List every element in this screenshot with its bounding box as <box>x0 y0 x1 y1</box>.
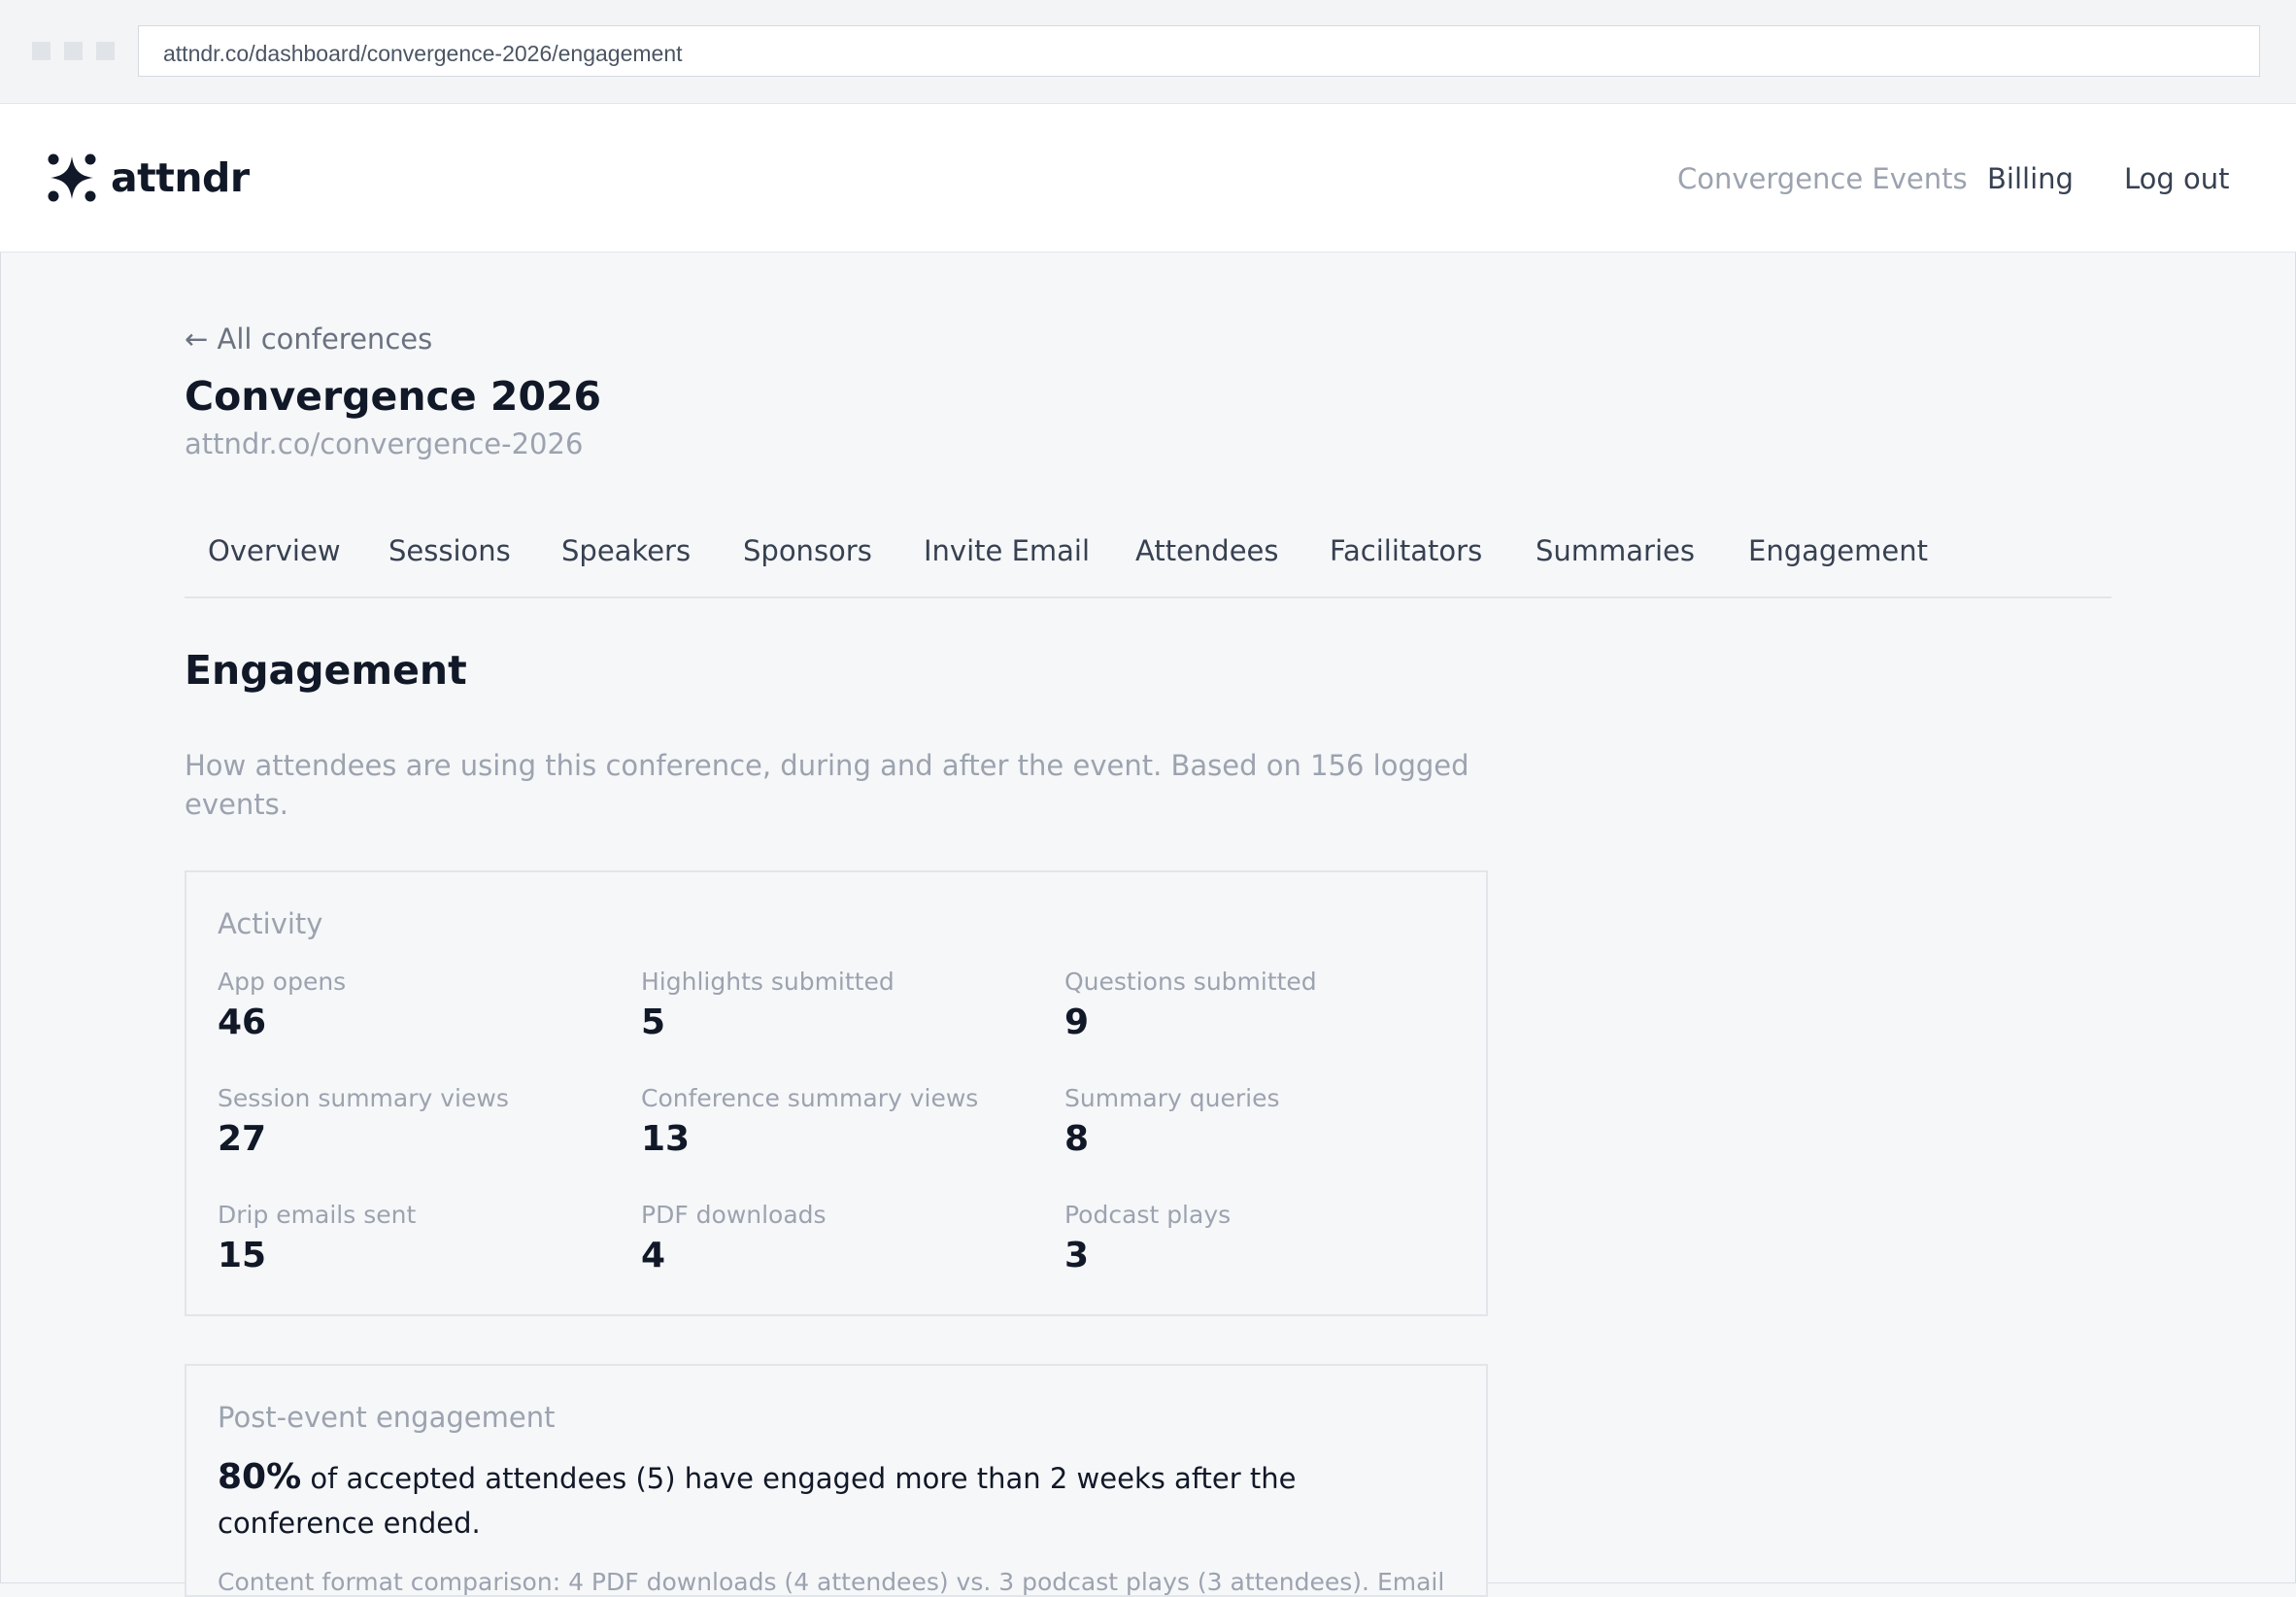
post-event-percent: 80% <box>218 1457 302 1497</box>
post-event-summary-text: of accepted attendees (5) have engaged m… <box>218 1462 1297 1540</box>
tab-invite-email[interactable]: Invite Email <box>924 534 1090 567</box>
tab-facilitators[interactable]: Facilitators <box>1330 534 1482 567</box>
address-bar-url: attndr.co/dashboard/convergence-2026/eng… <box>163 41 683 66</box>
metric-label-pdf-downloads: PDF downloads <box>641 1201 827 1229</box>
conference-url: attndr.co/convergence-2026 <box>185 427 584 460</box>
page-title: Convergence 2026 <box>185 373 602 420</box>
format-comparison-note: Content format comparison: 4 PDF downloa… <box>218 1568 1445 1596</box>
activity-card-title: Activity <box>218 907 323 940</box>
logo-text: attndr <box>111 154 250 201</box>
tab-engagement[interactable]: Engagement <box>1748 534 1928 567</box>
metric-label-summary-queries: Summary queries <box>1064 1084 1280 1112</box>
tab-sponsors[interactable]: Sponsors <box>743 534 872 567</box>
tab-speakers[interactable]: Speakers <box>561 534 691 567</box>
tab-sessions[interactable]: Sessions <box>388 534 511 567</box>
app-header: attndr Convergence Events Billing Log ou… <box>0 104 2296 253</box>
metric-value-questions-submitted: 9 <box>1064 1002 1090 1042</box>
billing-link[interactable]: Billing <box>1987 162 2074 195</box>
tab-overview[interactable]: Overview <box>208 534 341 567</box>
logo[interactable]: attndr <box>47 153 250 203</box>
section-description: How attendees are using this conference,… <box>185 749 1469 821</box>
metric-value-pdf-downloads: 4 <box>641 1236 666 1275</box>
activity-card: Activity App opens 46 Highlights submitt… <box>185 870 1488 1316</box>
sparkle-logo-icon <box>48 153 96 202</box>
metric-label-podcast-plays: Podcast plays <box>1064 1201 1232 1229</box>
metric-label-session-summary-views: Session summary views <box>218 1084 509 1112</box>
metric-label-highlights-submitted: Highlights submitted <box>641 968 895 996</box>
back-to-conferences-link[interactable]: ← All conferences <box>185 323 432 356</box>
section-title: Engagement <box>185 647 467 694</box>
window-control-minimize[interactable] <box>64 42 83 60</box>
metric-value-summary-queries: 8 <box>1064 1119 1090 1159</box>
window-controls <box>32 42 115 60</box>
metric-value-drip-emails-sent: 15 <box>218 1236 267 1275</box>
metric-value-conference-summary-views: 13 <box>641 1119 691 1159</box>
post-event-card: Post-event engagement 80% of accepted at… <box>185 1364 1488 1597</box>
metric-value-podcast-plays: 3 <box>1064 1236 1090 1275</box>
address-bar[interactable]: attndr.co/dashboard/convergence-2026/eng… <box>138 25 2260 77</box>
post-event-summary: 80% of accepted attendees (5) have engag… <box>218 1455 1451 1546</box>
conference-tabs: Overview Sessions Speakers Sponsors Invi… <box>185 507 2111 598</box>
org-name: Convergence Events <box>1677 162 1968 195</box>
metric-label-conference-summary-views: Conference summary views <box>641 1084 979 1112</box>
metric-label-app-opens: App opens <box>218 968 347 996</box>
metric-label-drip-emails-sent: Drip emails sent <box>218 1201 417 1229</box>
metric-value-app-opens: 46 <box>218 1002 267 1042</box>
metric-value-session-summary-views: 27 <box>218 1119 267 1159</box>
window-control-maximize[interactable] <box>96 42 115 60</box>
window-control-close[interactable] <box>32 42 51 60</box>
metric-label-questions-submitted: Questions submitted <box>1064 968 1317 996</box>
browser-chrome: attndr.co/dashboard/convergence-2026/eng… <box>0 0 2296 104</box>
metric-value-highlights-submitted: 5 <box>641 1002 666 1042</box>
logout-link[interactable]: Log out <box>2124 162 2230 195</box>
post-event-card-title: Post-event engagement <box>218 1401 556 1434</box>
tab-summaries[interactable]: Summaries <box>1536 534 1695 567</box>
tab-attendees[interactable]: Attendees <box>1135 534 1279 567</box>
